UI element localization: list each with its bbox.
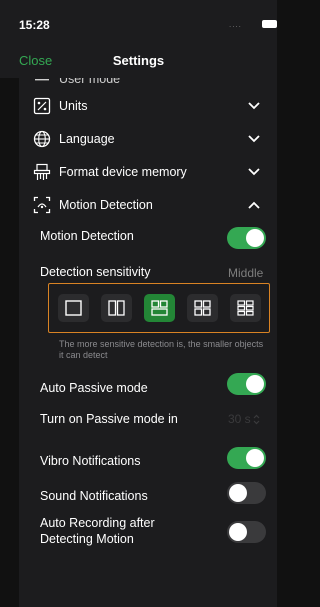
menu-item-format-memory[interactable]: Format device memory [19,156,277,189]
sensitivity-hint: The more sensitive detection is, the sma… [59,339,264,360]
level-5-icon [237,300,254,316]
motion-detection-row: Motion Detection [40,226,258,248]
auto-passive-toggle[interactable] [227,373,266,395]
toggle-knob [246,449,264,467]
menu-item-language[interactable]: Language [19,123,277,156]
menu-item-label: User mode [59,78,121,86]
vibro-label: Vibro Notifications [40,454,141,468]
vibro-row: Vibro Notifications [40,451,258,473]
sensitivity-value: Middle [228,266,264,280]
status-bar: 15:28 .... [0,0,277,44]
level-3-icon [151,300,168,316]
passive-delay-row: Turn on Passive mode in [40,412,258,430]
auto-recording-toggle[interactable] [227,521,266,543]
sound-label: Sound Notifications [40,489,148,503]
sensitivity-selector [48,283,270,333]
menu-item-label: Language [59,132,115,146]
sensitivity-row: Detection sensitivity [40,265,258,283]
motion-sensor-icon [33,196,51,214]
menu-item-motion-detection[interactable]: Motion Detection [19,189,277,222]
menu-item-user-mode[interactable]: User mode [19,78,277,88]
sensitivity-level-1[interactable] [58,294,89,322]
stepper-icon[interactable] [253,414,260,425]
chevron-up-icon [248,201,260,209]
toggle-knob [246,375,264,393]
level-4-icon [194,300,211,316]
sensitivity-label: Detection sensitivity [40,265,151,279]
sensitivity-level-5[interactable] [230,294,261,322]
percent-icon [33,97,51,115]
globe-icon [33,130,51,148]
passive-delay-value[interactable]: 30 s [228,412,251,426]
page-title: Settings [112,53,165,68]
level-1-icon [65,300,82,316]
level-2-icon [108,300,125,316]
toggle-knob [246,229,264,247]
auto-recording-label-line2: Detecting Motion [40,532,134,546]
auto-recording-row: Auto Recording after Detecting Motion [40,516,258,550]
menu-item-label: Units [59,99,88,113]
toggle-knob [229,523,247,541]
toggle-knob [229,484,247,502]
nav-bar: Close Settings [0,44,277,78]
status-time: 15:28 [19,18,50,32]
sensitivity-level-3[interactable] [144,294,175,322]
motion-detection-toggle[interactable] [227,227,266,249]
signal-icon: .... [229,20,242,29]
menu-item-units[interactable]: Units [19,90,277,123]
sensitivity-level-2[interactable] [101,294,132,322]
motion-detection-label: Motion Detection [40,229,134,243]
auto-passive-label: Auto Passive mode [40,381,148,395]
shredder-icon [33,163,51,180]
sound-row: Sound Notifications [40,486,258,508]
auto-recording-label-line1: Auto Recording after [40,516,155,530]
auto-passive-row: Auto Passive mode [40,378,258,400]
battery-icon [262,20,277,28]
sensitivity-level-4[interactable] [187,294,218,322]
menu-item-label: Motion Detection [59,198,153,212]
user-mode-icon [35,79,49,81]
passive-delay-label: Turn on Passive mode in [40,412,178,426]
vibro-toggle[interactable] [227,447,266,469]
chevron-down-icon [248,135,260,143]
menu-item-label: Format device memory [59,165,187,179]
sound-toggle[interactable] [227,482,266,504]
chevron-down-icon [248,102,260,110]
chevron-down-icon [248,168,260,176]
